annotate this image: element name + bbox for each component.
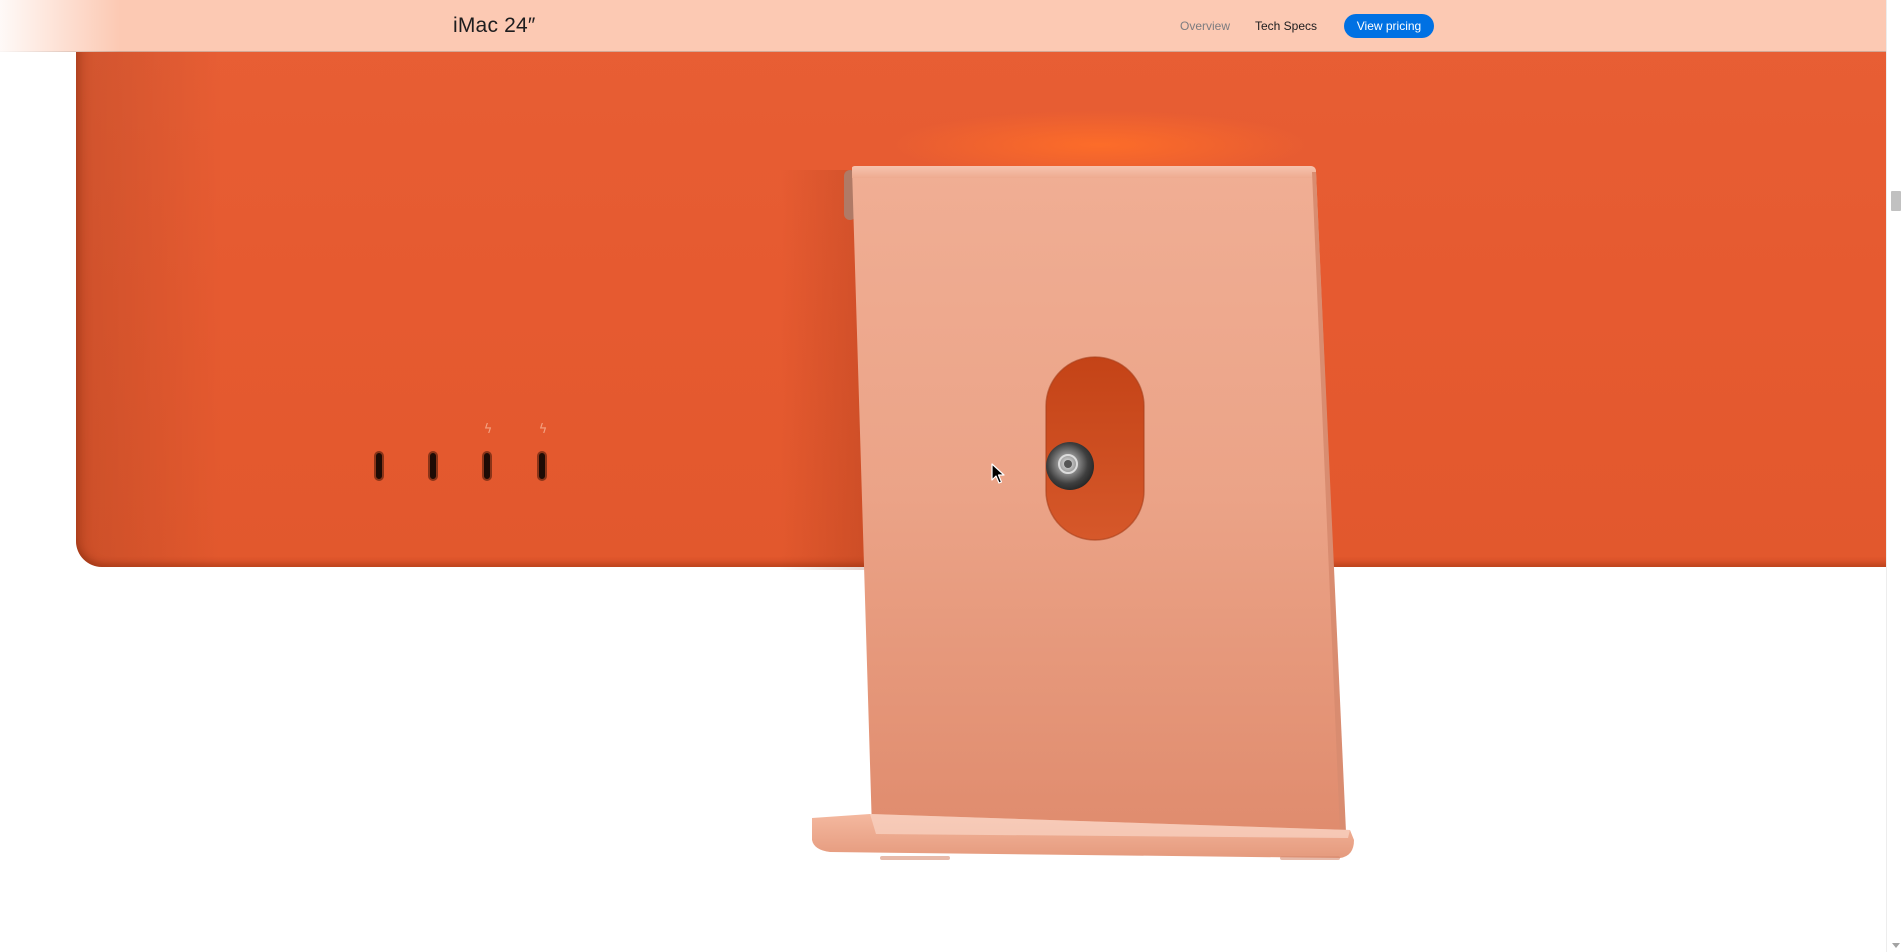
- vertical-scrollbar[interactable]: [1886, 0, 1904, 952]
- view-pricing-button[interactable]: View pricing: [1344, 14, 1434, 38]
- product-hero-image: ϟ ϟ: [0, 0, 1886, 952]
- imac-stand: [812, 166, 1354, 860]
- mouse-pointer-icon: [991, 463, 1005, 484]
- scroll-down-arrow-icon[interactable]: [1892, 943, 1900, 948]
- nav-link-overview[interactable]: Overview: [1180, 18, 1230, 34]
- product-title[interactable]: iMac 24″: [453, 13, 536, 39]
- page: ϟ ϟ iMac 24″ Overview Tech Specs View pr…: [0, 0, 1904, 952]
- nav-edge-fade: [0, 0, 120, 52]
- scrollbar-thumb[interactable]: [1891, 191, 1901, 211]
- nav-link-tech-specs[interactable]: Tech Specs: [1255, 18, 1317, 34]
- local-nav-bar: iMac 24″ Overview Tech Specs View pricin…: [0, 0, 1886, 52]
